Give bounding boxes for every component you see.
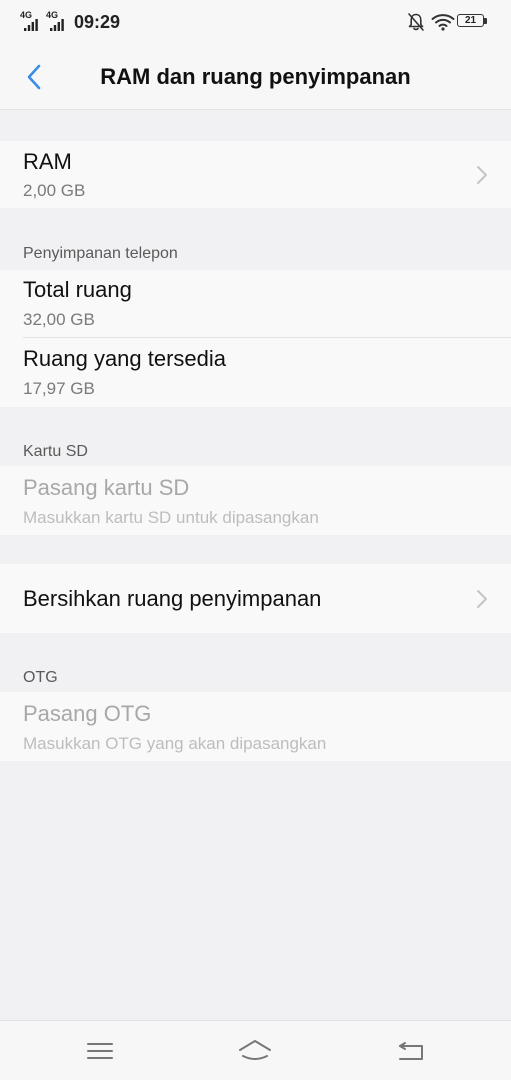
section-header-sd-card: Kartu SD bbox=[23, 443, 88, 460]
status-bar: 4G 4G 09:29 21 bbox=[0, 0, 511, 44]
battery-indicator: 21 bbox=[457, 14, 487, 29]
app-header: RAM dan ruang penyimpanan bbox=[0, 44, 511, 110]
menu-button[interactable] bbox=[82, 1037, 118, 1065]
clean-storage-card: Bersihkan ruang penyimpanan bbox=[0, 564, 511, 633]
navigation-bar bbox=[0, 1020, 511, 1080]
ram-title: RAM bbox=[23, 149, 72, 174]
total-storage-row: Total ruang 32,00 GB bbox=[0, 270, 511, 337]
status-time: 09:29 bbox=[74, 12, 121, 32]
back-nav-button[interactable] bbox=[393, 1037, 429, 1065]
back-icon bbox=[399, 1042, 423, 1060]
signal-2: 4G bbox=[46, 11, 66, 31]
mount-otg-title: Pasang OTG bbox=[23, 701, 152, 726]
home-icon bbox=[239, 1040, 271, 1060]
sd-card-card: Pasang kartu SD Masukkan kartu SD untuk … bbox=[0, 466, 511, 535]
otg-card: Pasang OTG Masukkan OTG yang akan dipasa… bbox=[0, 692, 511, 761]
section-header-phone-storage: Penyimpanan telepon bbox=[23, 245, 178, 262]
wifi-icon bbox=[431, 14, 455, 31]
home-button[interactable] bbox=[237, 1037, 273, 1065]
page-title: RAM dan ruang penyimpanan bbox=[100, 64, 411, 89]
mount-sd-card-row[interactable]: Pasang kartu SD Masukkan kartu SD untuk … bbox=[0, 466, 511, 535]
chevron-right-icon bbox=[477, 590, 487, 608]
total-storage-title: Total ruang bbox=[23, 277, 132, 302]
phone-storage-card: Total ruang 32,00 GB Ruang yang tersedia… bbox=[0, 270, 511, 407]
signal-bars-icon bbox=[50, 19, 64, 31]
mount-otg-row[interactable]: Pasang OTG Masukkan OTG yang akan dipasa… bbox=[0, 692, 511, 761]
signal-1: 4G bbox=[20, 11, 40, 31]
section-header-otg: OTG bbox=[23, 669, 58, 686]
chevron-right-icon bbox=[477, 166, 487, 184]
battery-level: 21 bbox=[464, 15, 477, 26]
mount-sd-card-subtitle: Masukkan kartu SD untuk dipasangkan bbox=[23, 508, 319, 527]
ram-value: 2,00 GB bbox=[23, 181, 86, 200]
available-storage-value: 17,97 GB bbox=[23, 379, 95, 398]
clean-storage-row[interactable]: Bersihkan ruang penyimpanan bbox=[0, 564, 511, 633]
available-storage-row: Ruang yang tersedia 17,97 GB bbox=[0, 338, 511, 407]
mount-otg-subtitle: Masukkan OTG yang akan dipasangkan bbox=[23, 734, 327, 753]
ram-card: RAM 2,00 GB bbox=[0, 141, 511, 208]
menu-icon bbox=[87, 1043, 113, 1059]
signal-bars-icon bbox=[24, 19, 38, 31]
mount-sd-card-title: Pasang kartu SD bbox=[23, 475, 190, 500]
bell-muted-icon bbox=[408, 13, 424, 31]
chevron-left-icon bbox=[27, 64, 41, 90]
clean-storage-title: Bersihkan ruang penyimpanan bbox=[23, 586, 322, 611]
back-button[interactable] bbox=[18, 60, 52, 94]
total-storage-value: 32,00 GB bbox=[23, 310, 95, 329]
available-storage-title: Ruang yang tersedia bbox=[23, 346, 227, 371]
ram-row[interactable]: RAM 2,00 GB bbox=[0, 141, 511, 208]
